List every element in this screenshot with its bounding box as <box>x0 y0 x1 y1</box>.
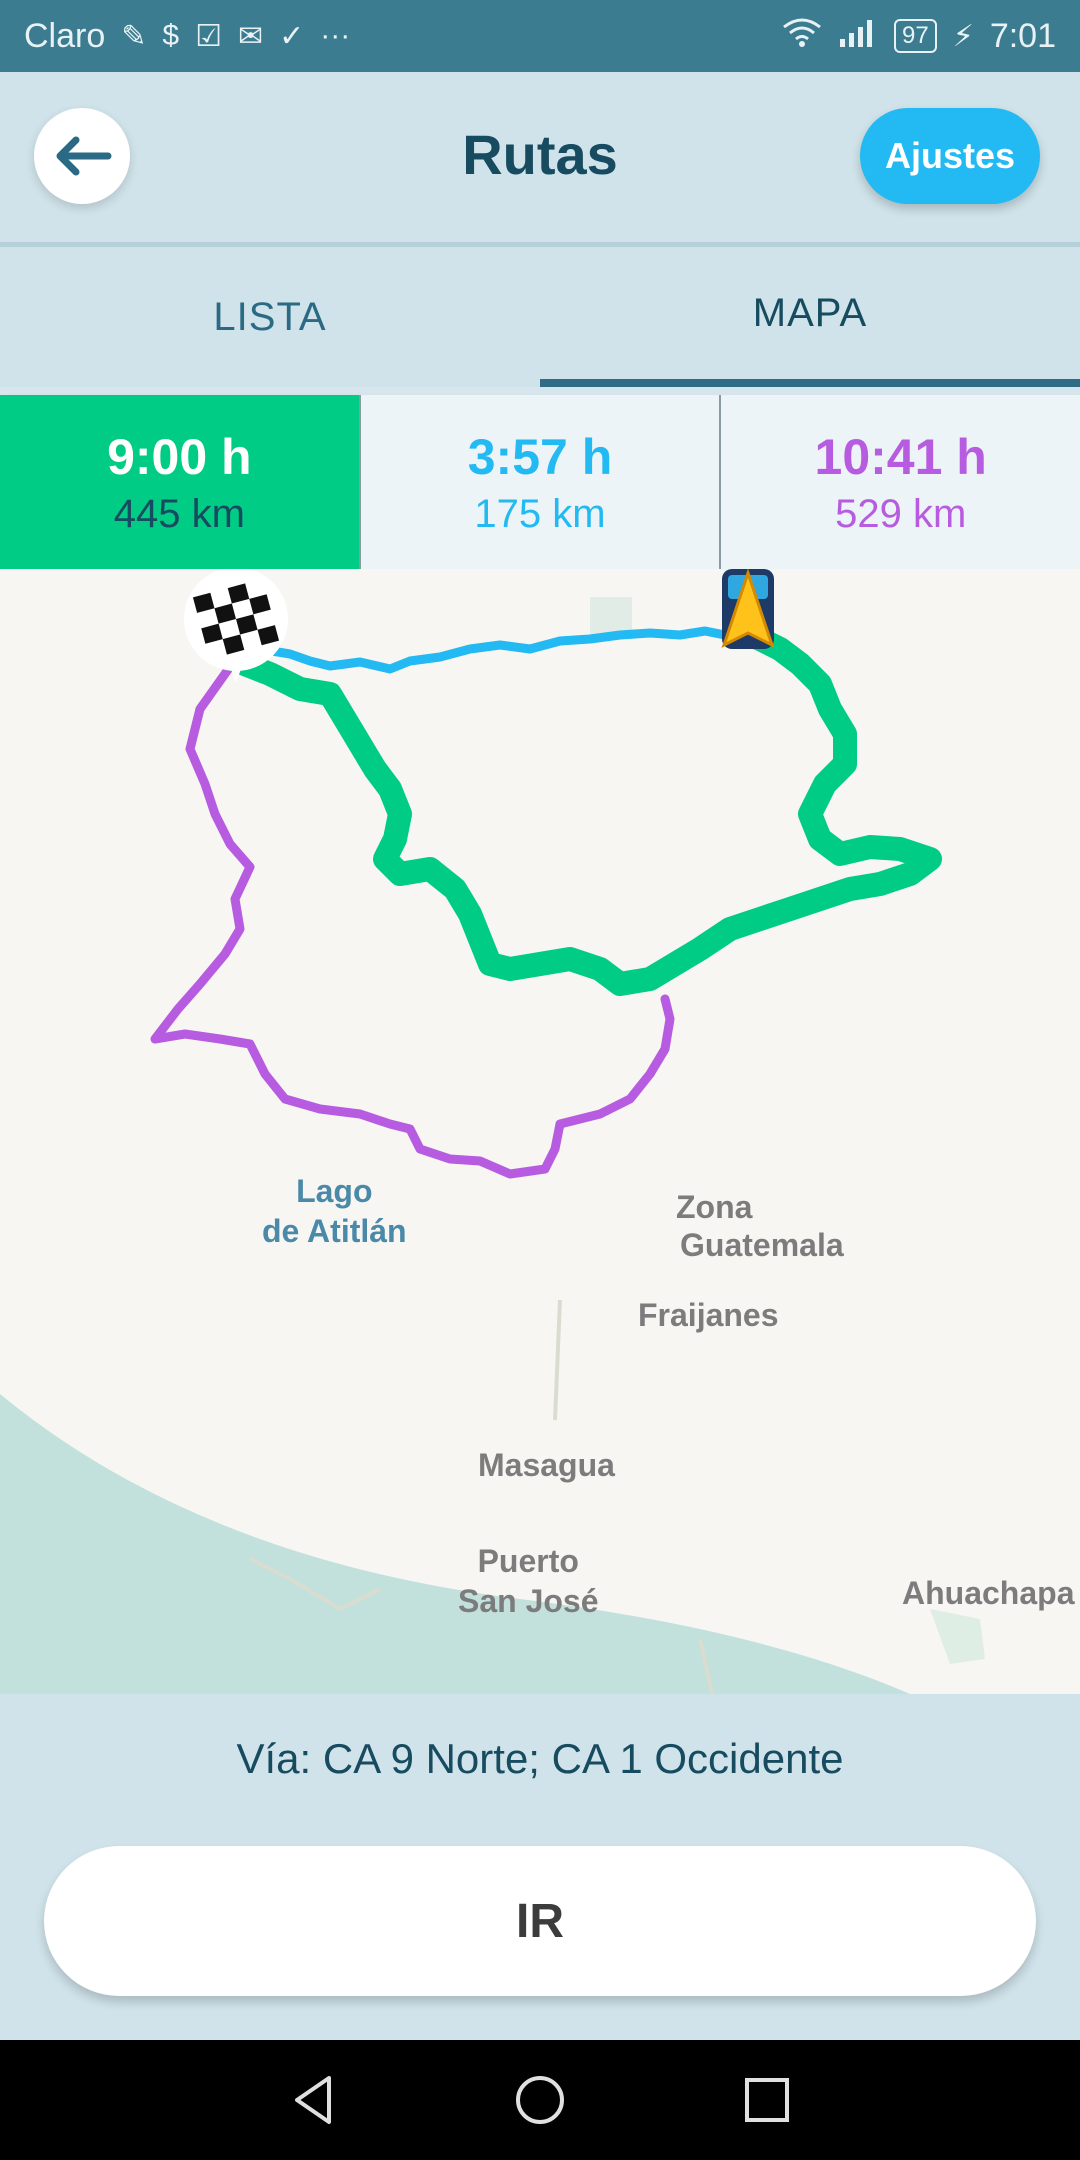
go-button[interactable]: IR <box>44 1846 1036 1996</box>
map-feature <box>930 1609 985 1664</box>
route-distance: 175 km <box>474 491 606 536</box>
minor-road <box>553 1299 562 1421</box>
view-tabs: LISTA MAPA <box>0 247 1080 387</box>
check-icon: ☑ <box>195 19 222 53</box>
battery-icon: 97 <box>894 19 937 53</box>
route-via-text: Vía: CA 9 Norte; CA 1 Occidente <box>0 1694 1080 1824</box>
header: Rutas Ajustes <box>0 72 1080 247</box>
map-label-ahuachapan: Ahuachapa <box>902 1575 1075 1611</box>
charging-icon: ⚡ <box>952 19 974 53</box>
route-time: 9:00 h <box>107 428 252 485</box>
map-label-zona: Zona <box>676 1189 753 1225</box>
route-option-1[interactable]: 9:00 h 445 km <box>0 395 359 569</box>
home-nav-icon[interactable] <box>510 2070 570 2130</box>
map-canvas <box>0 569 985 1694</box>
ocean-area <box>0 1394 910 1694</box>
map-label-masagua: Masagua <box>478 1447 615 1483</box>
route-option-2[interactable]: 3:57 h 175 km <box>358 395 720 569</box>
map-label-lake: Lago de Atitlán <box>262 1173 407 1249</box>
signal-icon <box>838 17 878 55</box>
current-location-icon <box>721 569 775 649</box>
map-label-puerto: Puerto San José <box>458 1543 599 1619</box>
route-time: 3:57 h <box>467 428 613 485</box>
mail-icon: ✉ <box>237 19 264 53</box>
route-distance: 529 km <box>835 491 967 536</box>
route-line-purple <box>150 659 675 1179</box>
recents-nav-icon[interactable] <box>737 2070 797 2130</box>
status-right: 97 ⚡ 7:01 <box>782 17 1056 56</box>
bottom-panel: IR <box>0 1824 1080 2040</box>
status-left: Claro ✎ $ ☑ ✉ ✓ ··· <box>24 17 350 56</box>
clock: 7:01 <box>989 16 1056 55</box>
route-line-blue <box>227 626 750 674</box>
dollar-icon: $ <box>162 19 180 52</box>
map-label-fraijanes: Fraijanes <box>638 1297 779 1333</box>
download-check-icon: ✓ <box>279 19 305 53</box>
tab-lista[interactable]: LISTA <box>0 247 540 387</box>
tab-mapa[interactable]: MAPA <box>540 247 1080 387</box>
back-nav-icon[interactable] <box>283 2070 343 2130</box>
route-option-3[interactable]: 10:41 h 529 km <box>719 395 1080 569</box>
route-line-green <box>220 621 942 996</box>
route-time: 10:41 h <box>814 428 987 485</box>
app-notification-icon: ✎ <box>121 19 147 53</box>
system-navbar <box>0 2040 1080 2160</box>
route-distance: 445 km <box>113 491 245 536</box>
status-bar: Claro ✎ $ ☑ ✉ ✓ ··· 97 ⚡ 7:01 <box>0 0 1080 72</box>
more-icon: ··· <box>320 19 351 52</box>
carrier-label: Claro <box>24 16 106 55</box>
route-options: 9:00 h 445 km 3:57 h 175 km 10:41 h 529 … <box>0 395 1080 569</box>
map-label-guatemala: Guatemala <box>680 1227 844 1263</box>
wifi-icon <box>782 17 822 55</box>
map-view[interactable]: Lago de Atitlán Zona Guatemala Fraijanes… <box>0 569 1080 1694</box>
settings-button[interactable]: Ajustes <box>860 108 1040 204</box>
